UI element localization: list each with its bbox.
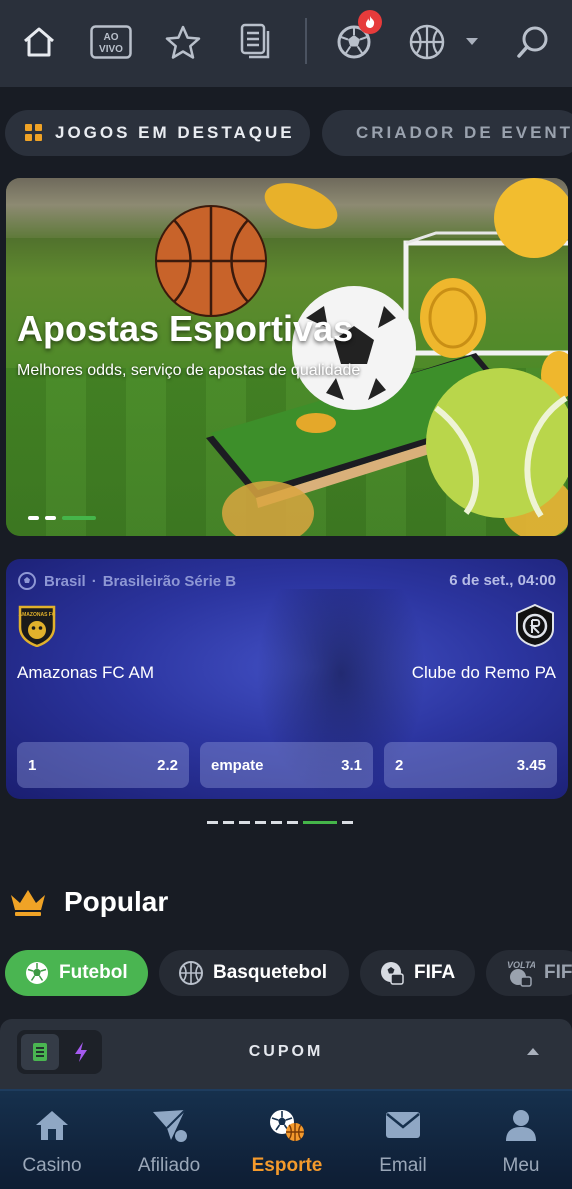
bottom-nav-label: Email: [379, 1155, 427, 1176]
chevron-up-icon[interactable]: [527, 1048, 539, 1055]
sport-tab-label: FIFA: [414, 962, 456, 983]
sport-tab-label: FIFA: [544, 962, 572, 983]
popular-header: Popular: [8, 886, 168, 918]
home-logo-text: AMAZONAS FC: [19, 612, 56, 618]
match-league-name: Brasileirão Série B: [102, 572, 237, 590]
casino-icon: [34, 1105, 70, 1145]
volta-text: VOLTA: [507, 960, 535, 970]
sports-icon: [267, 1105, 307, 1145]
bottom-nav-label: Meu: [502, 1155, 540, 1176]
banner-pagination: [28, 516, 96, 520]
search-icon[interactable]: [513, 22, 553, 62]
bottom-nav-label: Afiliado: [137, 1155, 201, 1176]
tab-featured-games[interactable]: JOGOS EM DESTAQUE: [5, 110, 310, 156]
bottom-nav-casino[interactable]: Casino: [0, 1091, 107, 1189]
match-country: Brasil: [44, 572, 86, 590]
match-date: 6 de set., 04:00: [449, 572, 556, 589]
sport-tab-label: Futebol: [59, 962, 128, 983]
bottom-nav-label: Casino: [22, 1155, 82, 1176]
match-card[interactable]: Brasil · Brasileirão Série B 6 de set., …: [6, 559, 568, 799]
sport-tab-fifa-volta[interactable]: VOLTA FIFA: [486, 950, 572, 996]
pagination-dot[interactable]: [223, 821, 234, 824]
home-team-logo: AMAZONAS FC: [16, 603, 58, 648]
star-icon[interactable]: [163, 22, 203, 62]
esports-volta-icon: VOLTA: [507, 960, 535, 987]
live-icon[interactable]: AO VIVO: [90, 22, 132, 62]
football-icon: [18, 572, 36, 590]
pagination-dot[interactable]: [255, 821, 266, 824]
betslip-icon[interactable]: [236, 22, 276, 62]
football-icon: [26, 962, 48, 984]
bottom-nav-affiliate[interactable]: Afiliado: [114, 1091, 224, 1189]
basketball-icon: [155, 205, 267, 317]
match-pagination: [207, 821, 353, 824]
bottom-nav-sports[interactable]: Esporte: [232, 1091, 342, 1189]
sport-tab-basquetebol[interactable]: Basquetebol: [159, 950, 349, 996]
nav-divider: [305, 18, 307, 64]
live-icon-line1: AO: [104, 32, 119, 43]
away-team-logo: [514, 603, 556, 648]
sport-tab-fifa[interactable]: FIFA: [360, 950, 475, 996]
banner-subtitle: Melhores odds, serviço de apostas de qua…: [17, 362, 361, 379]
live-icon-line2: VIVO: [99, 44, 123, 55]
pagination-dot[interactable]: [28, 516, 39, 520]
promo-banner[interactable]: Apostas Esportivas Melhores odds, serviç…: [6, 178, 568, 536]
banner-illustration: [155, 178, 568, 536]
banner-title: Apostas Esportivas: [17, 308, 354, 349]
away-team-name: Clube do Remo PA: [411, 663, 556, 682]
pagination-dot-active[interactable]: [303, 821, 337, 824]
pagination-dot[interactable]: [45, 516, 56, 520]
sport-tab-futebol[interactable]: Futebol: [5, 950, 148, 996]
crown-icon: [11, 890, 45, 916]
bottom-nav-profile[interactable]: Meu: [466, 1091, 572, 1189]
odd-value: 2.2: [157, 756, 178, 774]
bottom-nav-email[interactable]: Email: [348, 1091, 458, 1189]
bottom-nav: Casino Afiliado Esporte Email Meu: [0, 1089, 572, 1189]
odd-button-home[interactable]: 1 2.2: [17, 742, 189, 788]
grid-icon: [25, 124, 42, 141]
tab-event-creator[interactable]: CRIADOR DE EVENTOS: [322, 110, 572, 156]
pagination-dot[interactable]: [207, 821, 218, 824]
odd-button-draw[interactable]: empate 3.1: [200, 742, 373, 788]
league-separator: ·: [91, 572, 97, 590]
user-icon: [504, 1105, 538, 1145]
match-league: Brasil · Brasileirão Série B: [18, 572, 236, 590]
odd-label: empate: [211, 756, 264, 774]
coupon-bar[interactable]: CUPOM: [0, 1019, 572, 1089]
chevron-down-icon[interactable]: [466, 38, 478, 45]
popular-title: Popular: [64, 886, 169, 917]
email-icon: [385, 1105, 421, 1145]
pagination-dot[interactable]: [287, 821, 298, 824]
pagination-dot[interactable]: [239, 821, 250, 824]
pagination-dot-active[interactable]: [62, 516, 96, 520]
sport-tab-label: Basquetebol: [213, 962, 328, 983]
bottom-nav-label: Esporte: [251, 1155, 323, 1176]
home-team-name: Amazonas FC AM: [17, 663, 154, 682]
tab-featured-label: JOGOS EM DESTAQUE: [55, 123, 295, 142]
basketball-icon[interactable]: [407, 22, 447, 62]
home-icon[interactable]: [19, 22, 59, 62]
hot-badge: [358, 10, 382, 34]
affiliate-icon: [151, 1105, 187, 1145]
odd-value: 3.45: [516, 756, 546, 774]
pagination-dot[interactable]: [271, 821, 282, 824]
basketball-icon: [179, 961, 203, 985]
tab-event-creator-label: CRIADOR DE EVENTOS: [356, 123, 572, 142]
odd-button-away[interactable]: 2 3.45: [384, 742, 557, 788]
odd-value: 3.1: [341, 756, 362, 774]
odd-label: 2: [395, 756, 404, 774]
coupon-label: CUPOM: [248, 1043, 324, 1060]
pagination-dot[interactable]: [342, 821, 353, 824]
fire-icon: [365, 16, 375, 28]
esports-football-icon: [381, 962, 404, 985]
odd-label: 1: [28, 756, 37, 774]
top-nav: AO VIVO: [0, 0, 572, 87]
